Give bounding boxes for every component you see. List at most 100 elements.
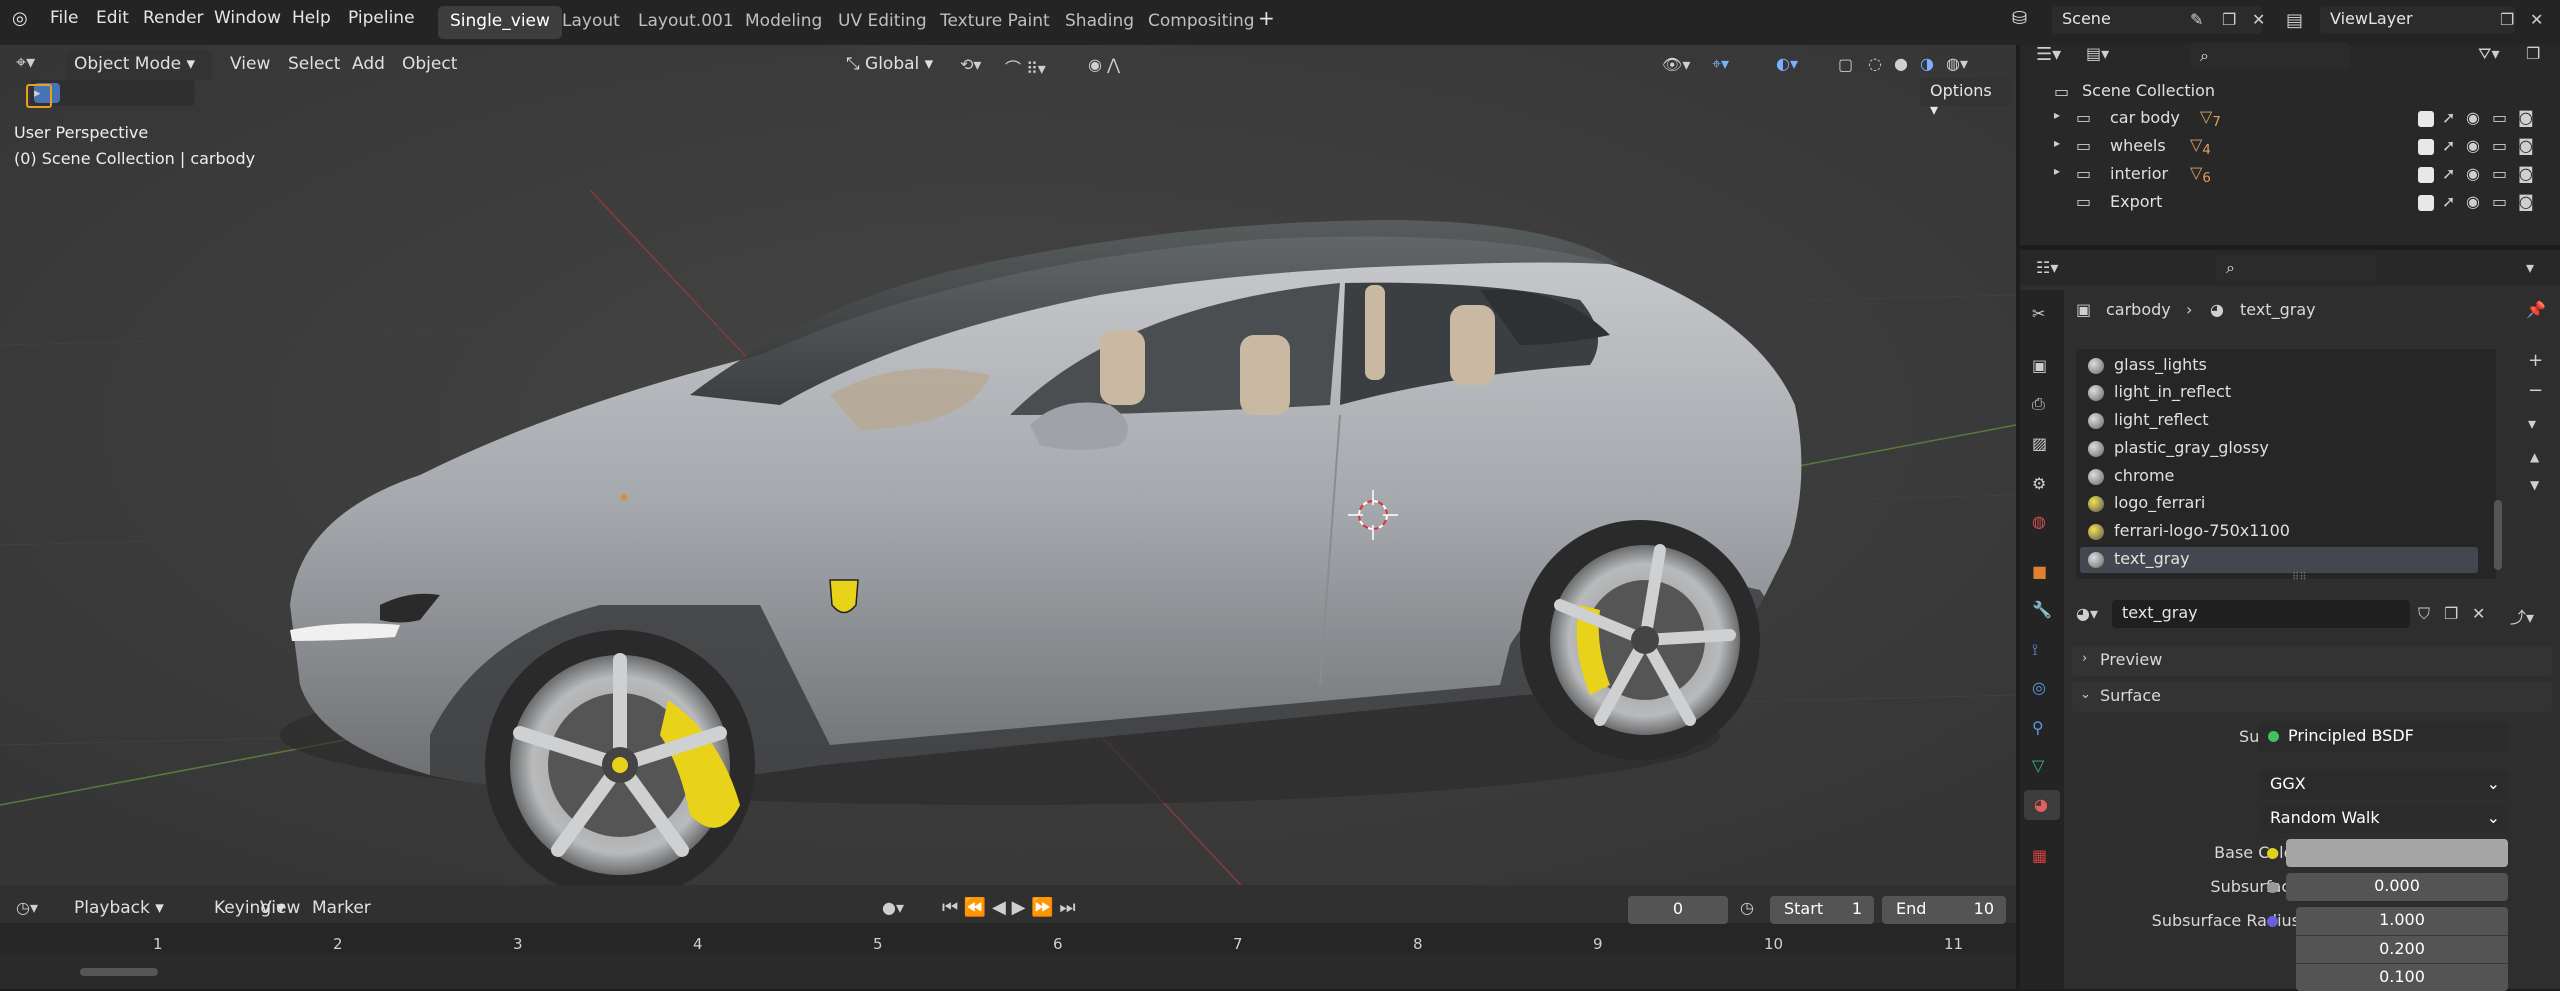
pivot-icon[interactable]: ⟲▾ [960,55,981,74]
shading-wireframe-icon[interactable]: ◌ [1868,54,1882,73]
proportional-icon[interactable]: ◉ ⋀ [1088,55,1120,74]
remove-viewlayer-icon[interactable]: ✕ [2530,10,2543,29]
expand-arrow-icon[interactable]: ▸ [2054,108,2060,122]
expand-arrow-icon[interactable]: ▸ [2054,164,2060,178]
tool-tab-icon[interactable]: ✂ [2032,304,2045,323]
material-tab[interactable]: ◕ [2024,790,2060,820]
select-tool-icon[interactable]: ▸ [26,84,52,108]
eye-icon[interactable]: ◉ [2466,192,2480,211]
world-tab-icon[interactable]: ◍ [2032,512,2046,531]
overlay-icon[interactable]: ◐▾ [1776,54,1798,73]
shading-material-icon[interactable]: ◑ [1920,54,1934,73]
resize-grip-icon[interactable]: ⠿⠿ [2292,572,2307,583]
material-browse-icon[interactable]: ◕▾ [2076,604,2098,623]
display-mode-icon[interactable]: ▤▾ [2086,44,2109,63]
preview-panel-header[interactable]: › Preview [2072,646,2552,676]
tab-single-view[interactable]: Single_view [438,6,562,39]
exclude-checkbox[interactable] [2418,111,2434,127]
select-arrow-icon[interactable]: ➚ [2442,136,2455,155]
properties-options-icon[interactable]: ▾ [2526,258,2534,277]
object-mode-dropdown[interactable]: Object Mode ▾ [66,50,212,80]
menu-render[interactable]: Render [143,8,204,28]
tab-modeling[interactable]: Modeling [733,6,834,39]
subsurface-field[interactable]: 0.000 [2286,873,2508,901]
physics-tab-icon[interactable]: ◎ [2032,678,2046,697]
menu-view[interactable]: View [222,50,278,80]
duplicate-material-icon[interactable]: ❐ [2444,604,2458,623]
menu-marker[interactable]: Marker [304,894,379,924]
material-list-scrollbar[interactable] [2494,500,2502,570]
material-slot[interactable]: chrome [2080,464,2480,490]
select-arrow-icon[interactable]: ➚ [2442,108,2455,127]
outliner-editor-icon[interactable]: ☰▾ [2036,44,2061,65]
monitor-icon[interactable]: ▭ [2492,192,2507,211]
eye-icon[interactable]: ◉ [2466,136,2480,155]
vector-socket-icon[interactable] [2267,916,2278,927]
xray-icon[interactable]: ▢ [1838,55,1853,74]
color-socket-icon[interactable] [2267,848,2278,859]
outliner-row-interior[interactable]: ▸ ▭ interior ▽6 ➚ ◉ ▭ ◙ [2020,161,2560,189]
value-socket-icon[interactable] [2267,882,2278,893]
monitor-icon[interactable]: ▭ [2492,164,2507,183]
tab-compositing[interactable]: Compositing [1136,6,1267,39]
render-tab-icon[interactable]: ▣ [2032,356,2047,375]
new-scene-icon[interactable]: ❐ [2222,10,2236,29]
menu-window[interactable]: Window [214,8,281,28]
options-dropdown[interactable]: Options ▾ [1920,78,2012,119]
properties-search[interactable]: ⌕ [2216,255,2376,281]
eye-icon[interactable]: ◉ [2466,108,2480,127]
output-tab-icon[interactable]: ⎙ [2032,394,2045,414]
object-tab-icon[interactable]: ■ [2032,562,2047,581]
timeline-scrollbar[interactable] [80,968,158,976]
menu-help[interactable]: Help [292,8,331,28]
add-slot-icon[interactable]: + [2528,350,2543,371]
material-name-field[interactable]: text_gray [2112,600,2410,628]
properties-editor-icon[interactable]: ☷▾ [2036,258,2058,277]
fake-user-icon[interactable]: ⛉ [2418,604,2430,624]
menu-object[interactable]: Object [394,50,465,80]
menu-pipeline[interactable]: Pipeline [348,8,415,28]
subsurface-radius-y[interactable]: 0.200 [2296,935,2508,963]
slot-specials-icon[interactable]: ▾ [2528,414,2536,433]
material-slot[interactable]: light_reflect [2080,408,2480,434]
material-slot[interactable]: ferrari-logo-750x1100 [2080,519,2480,545]
tab-texture-paint[interactable]: Texture Paint [928,6,1062,39]
clock-icon[interactable]: ◷ [1740,898,1754,917]
constraints-tab-icon[interactable]: ⚲ [2032,718,2044,737]
menu-playback[interactable]: Playback ▾ [66,894,172,924]
outliner-search[interactable]: ⌕ [2190,43,2350,69]
data-tab-icon[interactable]: ▽ [2032,756,2044,775]
move-up-icon[interactable]: ▲ [2530,450,2539,464]
camera-icon[interactable]: ◙ [2518,192,2534,211]
outliner-row-export[interactable]: ▭ Export ➚ ◉ ▭ ◙ [2020,189,2560,217]
menu-add[interactable]: Add [344,50,393,80]
snap-icon[interactable]: ⌒ ⠿▾ [1005,55,1046,79]
camera-icon[interactable]: ◙ [2518,164,2534,183]
blender-logo-icon[interactable]: ◎ [12,8,28,29]
menu-select[interactable]: Select [280,50,348,80]
new-viewlayer-icon[interactable]: ❐ [2500,10,2514,29]
surface-panel-header[interactable]: ⌄ Surface [2072,682,2552,712]
menu-file[interactable]: File [50,8,78,28]
shading-solid-icon[interactable]: ● [1894,54,1908,73]
gizmo-icon[interactable]: ⌖▾ [1712,54,1729,74]
monitor-icon[interactable]: ▭ [2492,108,2507,127]
pin-properties-icon[interactable]: 📌 [2526,300,2546,319]
tab-layout-001[interactable]: Layout.001 [626,6,746,39]
link-data-icon[interactable]: ⤴▾ [2510,604,2534,628]
material-slot[interactable]: plastic_gray_glossy [2080,436,2480,462]
outliner-row-scene-collection[interactable]: ▭ Scene Collection [2020,78,2560,106]
exclude-checkbox[interactable] [2418,139,2434,155]
shading-rendered-icon[interactable]: ◍▾ [1946,54,1968,73]
tab-layout[interactable]: Layout [550,6,632,39]
move-down-icon[interactable]: ▼ [2530,478,2539,492]
filter-icon[interactable]: ⛛▾ [2478,44,2499,64]
record-icon[interactable]: ●▾ [882,898,904,917]
surface-shader-field[interactable]: Principled BSDF [2258,723,2508,751]
new-collection-icon[interactable]: ❐ [2526,44,2540,63]
menu-timeline-view[interactable]: View [252,894,308,924]
tab-uv-editing[interactable]: UV Editing [826,6,939,39]
viewlayer-selector[interactable]: ViewLayer [2320,6,2515,34]
viewlayer-icon[interactable]: ▤ [2286,10,2303,31]
exclude-checkbox[interactable] [2418,195,2434,211]
